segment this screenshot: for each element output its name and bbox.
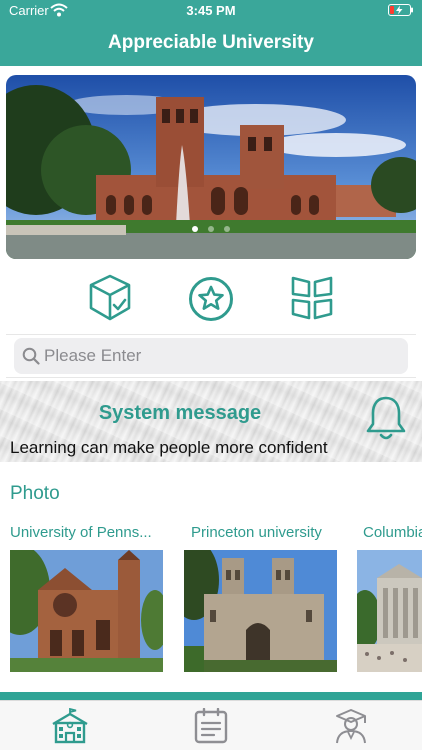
system-message-panel[interactable]: System message Learning can make people … xyxy=(0,381,422,462)
photo-card[interactable]: Columbia xyxy=(357,524,422,672)
divider xyxy=(6,334,416,335)
grid-panels-icon[interactable] xyxy=(288,272,336,324)
system-message-text: Learning can make people more confident xyxy=(10,438,328,457)
university-photo xyxy=(184,550,337,672)
carousel-indicator[interactable] xyxy=(6,219,416,237)
search-input[interactable] xyxy=(44,341,398,371)
photo-card[interactable]: Princeton university xyxy=(184,524,339,672)
photo-card-title: University of Penns... xyxy=(10,524,152,541)
graduate-icon[interactable] xyxy=(331,708,371,744)
star-circle-icon[interactable] xyxy=(187,272,235,324)
photo-section-heading: Photo xyxy=(10,483,60,504)
status-bar: Carrier 3:45 PM xyxy=(0,0,422,22)
banner-carousel[interactable] xyxy=(6,75,416,259)
accent-strip xyxy=(0,692,422,700)
university-photo xyxy=(357,550,422,672)
photo-card-title: Columbia xyxy=(363,524,422,541)
clock: 3:45 PM xyxy=(186,3,236,18)
app-header: Carrier 3:45 PM Appreciable University xyxy=(0,0,422,66)
carousel-dot[interactable] xyxy=(224,226,230,232)
photo-card-title: Princeton university xyxy=(191,524,322,541)
university-photo xyxy=(10,550,163,672)
page-title: Appreciable University xyxy=(108,32,314,53)
school-building-icon[interactable] xyxy=(50,708,90,744)
clipboard-icon[interactable] xyxy=(191,708,231,744)
divider xyxy=(6,377,416,378)
cube-check-icon[interactable] xyxy=(86,272,134,324)
carousel-dot[interactable] xyxy=(192,226,198,232)
photo-card[interactable]: University of Penns... xyxy=(10,524,165,672)
bell-icon[interactable] xyxy=(365,394,407,442)
system-message-title: System message xyxy=(98,402,262,424)
quick-actions xyxy=(0,272,422,328)
search-icon xyxy=(22,347,40,365)
search-bar xyxy=(14,338,408,374)
battery-charging-icon xyxy=(388,4,413,16)
tab-bar xyxy=(0,700,422,750)
carousel-dot[interactable] xyxy=(208,226,214,232)
